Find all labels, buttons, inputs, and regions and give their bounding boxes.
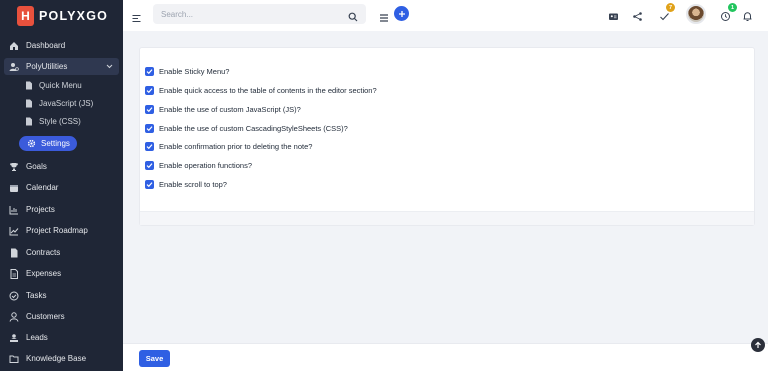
option-toc-quick-access[interactable]: Enable quick access to the table of cont… xyxy=(145,84,377,97)
search-icon[interactable] xyxy=(348,9,358,22)
search-box xyxy=(153,4,366,25)
list-menu-icon[interactable] xyxy=(379,10,389,22)
tasks-badge: 7 xyxy=(666,3,675,12)
checkbox-checked[interactable] xyxy=(145,124,154,133)
checkbox-checked[interactable] xyxy=(145,67,154,76)
chevron-down-icon xyxy=(106,62,113,71)
sidebar-item-customers[interactable]: Customers xyxy=(0,306,123,327)
sidebar-item-label: Tasks xyxy=(26,291,47,300)
folder-icon xyxy=(9,354,19,364)
option-label: Enable the use of custom JavaScript (JS)… xyxy=(159,105,301,114)
checkbox-checked[interactable] xyxy=(145,86,154,95)
logo-badge: H xyxy=(17,5,34,26)
sidebar-item-project-roadmap[interactable]: Project Roadmap xyxy=(0,220,123,241)
plus-icon xyxy=(398,10,405,17)
save-button[interactable]: Save xyxy=(139,350,170,367)
sidebar-item-projects[interactable]: Projects xyxy=(0,199,123,220)
checkbox-checked[interactable] xyxy=(145,105,154,114)
option-label: Enable the use of custom CascadingStyleS… xyxy=(159,124,348,133)
file-icon xyxy=(9,248,19,258)
sidebar: H POLYXGO Dashboard PolyUtilities Quick … xyxy=(0,0,123,371)
sidebar-item-label: Customers xyxy=(26,312,65,321)
checkbox-checked[interactable] xyxy=(145,180,154,189)
gear-icon xyxy=(27,139,36,148)
user-gear-icon xyxy=(9,62,19,72)
sidebar-item-expenses[interactable]: Expenses xyxy=(0,263,123,284)
trophy-icon xyxy=(9,162,19,172)
sidebar-subitem-label: Settings xyxy=(41,139,70,148)
top-header: 7 1 xyxy=(123,0,768,31)
sidebar-item-label: Projects xyxy=(26,205,55,214)
checkbox-checked[interactable] xyxy=(145,142,154,151)
search-input[interactable] xyxy=(153,4,323,25)
sidebar-item-tasks[interactable]: Tasks xyxy=(0,285,123,306)
option-custom-js[interactable]: Enable the use of custom JavaScript (JS)… xyxy=(145,103,301,116)
sidebar-subitem-style-css[interactable]: Style (CSS) xyxy=(25,112,81,130)
document-icon xyxy=(25,99,33,108)
sidebar-subitem-quick-menu[interactable]: Quick Menu xyxy=(25,76,82,94)
sidebar-item-contracts[interactable]: Contracts xyxy=(0,242,123,263)
settings-card: Enable Sticky Menu? Enable quick access … xyxy=(139,47,755,226)
document-icon xyxy=(25,117,33,126)
check-circle-icon xyxy=(9,291,19,301)
notification-badge: 1 xyxy=(728,3,737,12)
sidebar-item-dashboard[interactable]: Dashboard xyxy=(0,35,123,56)
chart-icon xyxy=(9,205,19,215)
sidebar-item-label: Contracts xyxy=(26,248,61,257)
sidebar-item-label: Project Roadmap xyxy=(26,226,88,235)
roadmap-icon xyxy=(9,226,19,236)
sidebar-item-label: Dashboard xyxy=(26,41,66,50)
option-sticky-menu[interactable]: Enable Sticky Menu? xyxy=(145,65,229,78)
page-footer: Save xyxy=(123,343,768,371)
avatar[interactable] xyxy=(686,4,706,24)
bell-icon[interactable] xyxy=(742,9,753,21)
id-card-icon[interactable] xyxy=(608,9,619,20)
app-logo[interactable]: H POLYXGO xyxy=(0,0,123,31)
user-icon xyxy=(9,311,19,322)
sidebar-item-goals[interactable]: Goals xyxy=(0,156,123,177)
share-icon[interactable] xyxy=(632,9,643,21)
calendar-icon xyxy=(9,183,19,193)
home-icon xyxy=(9,41,19,51)
sidebar-subitem-settings[interactable]: Settings xyxy=(19,136,77,151)
sidebar-item-label: Leads xyxy=(26,333,48,342)
option-label: Enable confirmation prior to deleting th… xyxy=(159,142,313,151)
sidebar-subitem-label: Quick Menu xyxy=(39,80,82,90)
sidebar-subitem-label: Style (CSS) xyxy=(39,116,81,126)
sidebar-item-knowledge-base[interactable]: Knowledge Base xyxy=(0,348,123,369)
option-operation-functions[interactable]: Enable operation functions? xyxy=(145,159,252,172)
option-label: Enable quick access to the table of cont… xyxy=(159,86,377,95)
sidebar-item-label: Calendar xyxy=(26,183,59,192)
option-label: Enable Sticky Menu? xyxy=(159,67,230,76)
card-footer xyxy=(140,211,754,225)
option-label: Enable scroll to top? xyxy=(159,180,227,189)
file-icon xyxy=(9,268,19,279)
checkbox-checked[interactable] xyxy=(145,161,154,170)
leads-icon xyxy=(9,333,19,343)
sidebar-item-polyutilities[interactable]: PolyUtilities xyxy=(4,58,119,75)
sidebar-item-leads[interactable]: Leads xyxy=(0,327,123,348)
scroll-to-top-button[interactable] xyxy=(751,338,765,352)
menu-toggle-icon[interactable] xyxy=(132,10,141,22)
add-button[interactable] xyxy=(394,6,409,21)
document-icon xyxy=(25,81,33,90)
sidebar-item-label: Goals xyxy=(26,162,47,171)
app-name: POLYXGO xyxy=(39,8,109,23)
sidebar-item-calendar[interactable]: Calendar xyxy=(0,177,123,198)
sidebar-item-label: Knowledge Base xyxy=(26,354,87,363)
arrow-up-icon xyxy=(755,341,761,348)
option-custom-css[interactable]: Enable the use of custom CascadingStyleS… xyxy=(145,122,348,135)
option-scroll-to-top[interactable]: Enable scroll to top? xyxy=(145,178,227,191)
sidebar-subitem-javascript[interactable]: JavaScript (JS) xyxy=(25,94,93,112)
option-label: Enable operation functions? xyxy=(159,161,252,170)
option-delete-confirmation[interactable]: Enable confirmation prior to deleting th… xyxy=(145,140,312,153)
sidebar-subitem-label: JavaScript (JS) xyxy=(39,98,94,108)
sidebar-item-label: PolyUtilities xyxy=(26,62,68,71)
sidebar-item-label: Expenses xyxy=(26,269,62,278)
